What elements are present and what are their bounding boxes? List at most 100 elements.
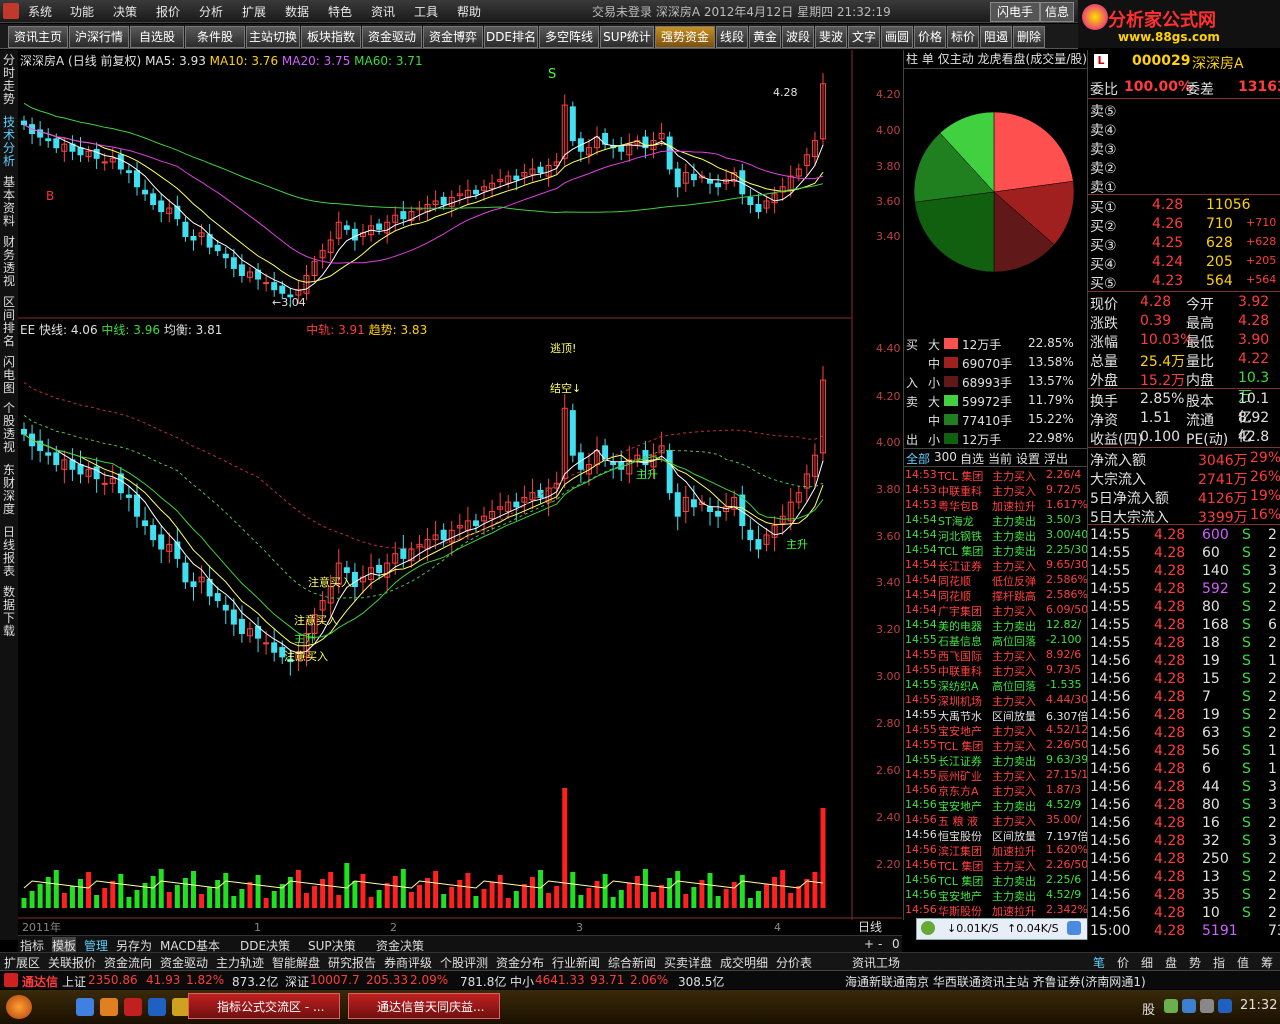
quote-tab-5[interactable]: 指 bbox=[1213, 954, 1225, 971]
tray-volume-icon[interactable] bbox=[1200, 999, 1214, 1013]
news-row[interactable]: 14:55 长江证券 主力卖出 9.63/39 bbox=[904, 753, 1088, 768]
flash-trade-button[interactable]: 闪电手 bbox=[990, 2, 1040, 22]
toolbar-button-5[interactable]: 板块指数 bbox=[301, 26, 361, 48]
news-row[interactable]: 14:54 ST海龙 主力卖出 3.50/3 bbox=[904, 513, 1088, 528]
toolbar-button-18[interactable]: 价格 bbox=[914, 26, 946, 48]
tray-security-icon[interactable] bbox=[1218, 999, 1232, 1013]
mid-tab-active[interactable]: 仅主动 bbox=[938, 52, 974, 66]
news-tab-1[interactable]: 300 bbox=[934, 450, 957, 464]
left-tab-3[interactable]: 财务透视 bbox=[1, 236, 17, 288]
toolbar-button-9[interactable]: 多空阵线 bbox=[539, 26, 599, 48]
news-row[interactable]: 14:54 同花顺 低位反弹 2.586% bbox=[904, 573, 1088, 588]
news-row[interactable]: 14:56 TCL 集团 主力买入 2.26/50 bbox=[904, 858, 1088, 873]
news-row[interactable]: 14:56 五 粮 液 主力买入 35.00/ bbox=[904, 813, 1088, 828]
news-row[interactable]: 14:56 宝安地产 主力卖出 4.52/9 bbox=[904, 888, 1088, 903]
toolbar-button-4[interactable]: 主站切换 bbox=[246, 26, 300, 48]
mid-tab-single[interactable]: 单 bbox=[922, 52, 934, 66]
news-row[interactable]: 14:55 辰州矿业 主力买入 27.15/1 bbox=[904, 768, 1088, 783]
news-row[interactable]: 14:56 宝安地产 主力卖出 4.52/9 bbox=[904, 798, 1088, 813]
news-row[interactable]: 14:53 粤华包B 加速拉升 1.617% bbox=[904, 498, 1088, 513]
tray-network-icon[interactable] bbox=[1164, 999, 1178, 1013]
quicklaunch-app-icon[interactable] bbox=[124, 998, 142, 1016]
menu-news[interactable]: 资讯 bbox=[371, 3, 395, 20]
ext-tab-9[interactable]: 资金分布 bbox=[496, 954, 544, 971]
mid-tab-bar[interactable]: 柱 bbox=[906, 52, 918, 66]
toolbar-button-12[interactable]: 线段 bbox=[716, 26, 748, 48]
ext-tab-2[interactable]: 资金流向 bbox=[104, 954, 152, 971]
quote-tab-4[interactable]: 势 bbox=[1189, 954, 1201, 971]
left-tab-1[interactable]: 技术分析 bbox=[1, 116, 17, 168]
toolbar-button-2[interactable]: 自选股 bbox=[130, 26, 184, 48]
toolbar-button-6[interactable]: 资金驱动 bbox=[362, 26, 422, 48]
left-tab-5[interactable]: 闪电图 bbox=[1, 356, 17, 395]
news-row[interactable]: 14:55 西飞国际 主力买入 8.92/6 bbox=[904, 648, 1088, 663]
toolbar-button-21[interactable]: 删除 bbox=[1013, 26, 1045, 48]
toolbar-button-10[interactable]: SUP统计 bbox=[600, 26, 654, 48]
menu-data[interactable]: 数据 bbox=[285, 3, 309, 20]
left-tab-2[interactable]: 基本资料 bbox=[1, 176, 17, 228]
news-row[interactable]: 14:55 宝安地产 主力买入 4.52/12 bbox=[904, 723, 1088, 738]
ext-tab-7[interactable]: 券商评级 bbox=[384, 954, 432, 971]
toolbar-button-20[interactable]: 阻遏 bbox=[980, 26, 1012, 48]
left-tab-0[interactable]: 分时走势 bbox=[1, 54, 17, 106]
quicklaunch-firefox-icon[interactable] bbox=[100, 998, 118, 1016]
mid-tab-dragon[interactable]: 龙虎看盘(成交量/股) bbox=[978, 52, 1087, 66]
ext-tab-0[interactable]: 扩展区 bbox=[4, 954, 40, 971]
zoom-btn-2[interactable]: 0 bbox=[892, 937, 900, 951]
news-tab-2[interactable]: 自选 bbox=[960, 450, 984, 467]
toolbar-button-11[interactable]: 强势资金 bbox=[655, 26, 715, 48]
toolbar-button-16[interactable]: 文字 bbox=[848, 26, 880, 48]
ext-tab-5[interactable]: 智能解盘 bbox=[272, 954, 320, 971]
news-tab-0[interactable]: 全部 bbox=[906, 450, 930, 467]
news-row[interactable]: 14:55 石基信息 高位回落 -2.100 bbox=[904, 633, 1088, 648]
tray-monitor-icon[interactable] bbox=[1182, 999, 1196, 1013]
menu-analysis[interactable]: 分析 bbox=[199, 3, 223, 20]
quicklaunch-desktop-icon[interactable] bbox=[148, 998, 166, 1016]
menu-system[interactable]: 系统 bbox=[28, 3, 52, 20]
ext-tab-13[interactable]: 成交明细 bbox=[720, 954, 768, 971]
news-tab-5[interactable]: 浮出 bbox=[1044, 450, 1068, 467]
news-row[interactable]: 14:53 中联重科 主力买入 9.72/5 bbox=[904, 483, 1088, 498]
ext-tab-4[interactable]: 主力轨迹 bbox=[216, 954, 264, 971]
news-row[interactable]: 14:55 深纺织A 高位回落 -1.535 bbox=[904, 678, 1088, 693]
toolbar-button-13[interactable]: 黄金 bbox=[749, 26, 781, 48]
task-tdx[interactable]: 通达信普天同庆益... bbox=[348, 993, 500, 1019]
quote-tab-1[interactable]: 价 bbox=[1117, 954, 1129, 971]
ext-tab-11[interactable]: 综合新闻 bbox=[608, 954, 656, 971]
news-row[interactable]: 14:54 河北钢铁 主力卖出 3.00/40 bbox=[904, 528, 1088, 543]
news-row[interactable]: 14:55 中联重科 主力买入 9.73/5 bbox=[904, 663, 1088, 678]
ext-tab-10[interactable]: 行业新闻 bbox=[552, 954, 600, 971]
news-row[interactable]: 14:54 广宇集团 主力买入 6.09/50 bbox=[904, 603, 1088, 618]
quicklaunch-ie-icon[interactable] bbox=[76, 998, 94, 1016]
news-row[interactable]: 14:54 美的电器 主力卖出 12.82/ bbox=[904, 618, 1088, 633]
chart-area[interactable]: 4.20 4.00 3.80 3.60 3.40 4.40 4.20 4.00 3.80 3.60… bbox=[18, 50, 902, 935]
quote-tab-0[interactable]: 笔 bbox=[1093, 954, 1105, 971]
zoom-btn-0[interactable]: + bbox=[864, 937, 874, 951]
menu-special[interactable]: 特色 bbox=[328, 3, 352, 20]
left-tab-9[interactable]: 数据下载 bbox=[1, 586, 17, 638]
quote-tab-3[interactable]: 盘 bbox=[1165, 954, 1177, 971]
ext-tab-14[interactable]: 分价表 bbox=[776, 954, 812, 971]
news-row[interactable]: 14:54 TCL 集团 主力卖出 2.25/30 bbox=[904, 543, 1088, 558]
news-row[interactable]: 14:56 滨江集团 加速拉升 1.620% bbox=[904, 843, 1088, 858]
menu-tools[interactable]: 工具 bbox=[414, 3, 438, 20]
news-row[interactable]: 14:55 TCL 集团 主力买入 2.26/50 bbox=[904, 738, 1088, 753]
left-tab-7[interactable]: 东财深度 bbox=[1, 464, 17, 516]
menu-help[interactable]: 帮助 bbox=[457, 3, 481, 20]
tray-ime[interactable]: 股 bbox=[1142, 999, 1155, 1018]
quote-tab-7[interactable]: 筹 bbox=[1261, 954, 1273, 971]
start-icon[interactable] bbox=[6, 995, 32, 1019]
app-icon[interactable] bbox=[3, 3, 19, 19]
toolbar-button-15[interactable]: 斐波 bbox=[815, 26, 847, 48]
news-row[interactable]: 14:56 华斯股份 加速拉升 2.342% bbox=[904, 903, 1088, 918]
news-tab-3[interactable]: 当前 bbox=[988, 450, 1012, 467]
left-tab-4[interactable]: 区间排名 bbox=[1, 296, 17, 348]
news-tab-4[interactable]: 设置 bbox=[1016, 450, 1040, 467]
news-row[interactable]: 14:54 同花顺 撑杆跳高 2.586% bbox=[904, 588, 1088, 603]
toolbar-button-0[interactable]: 资讯主页 bbox=[8, 26, 68, 48]
toolbar-button-14[interactable]: 波段 bbox=[782, 26, 814, 48]
zoom-btn-1[interactable]: - bbox=[878, 937, 882, 951]
toolbar-button-8[interactable]: DDE排名 bbox=[484, 26, 538, 48]
left-tab-8[interactable]: 日线报表 bbox=[1, 526, 17, 578]
toolbar-button-1[interactable]: 沪深行情 bbox=[69, 26, 129, 48]
